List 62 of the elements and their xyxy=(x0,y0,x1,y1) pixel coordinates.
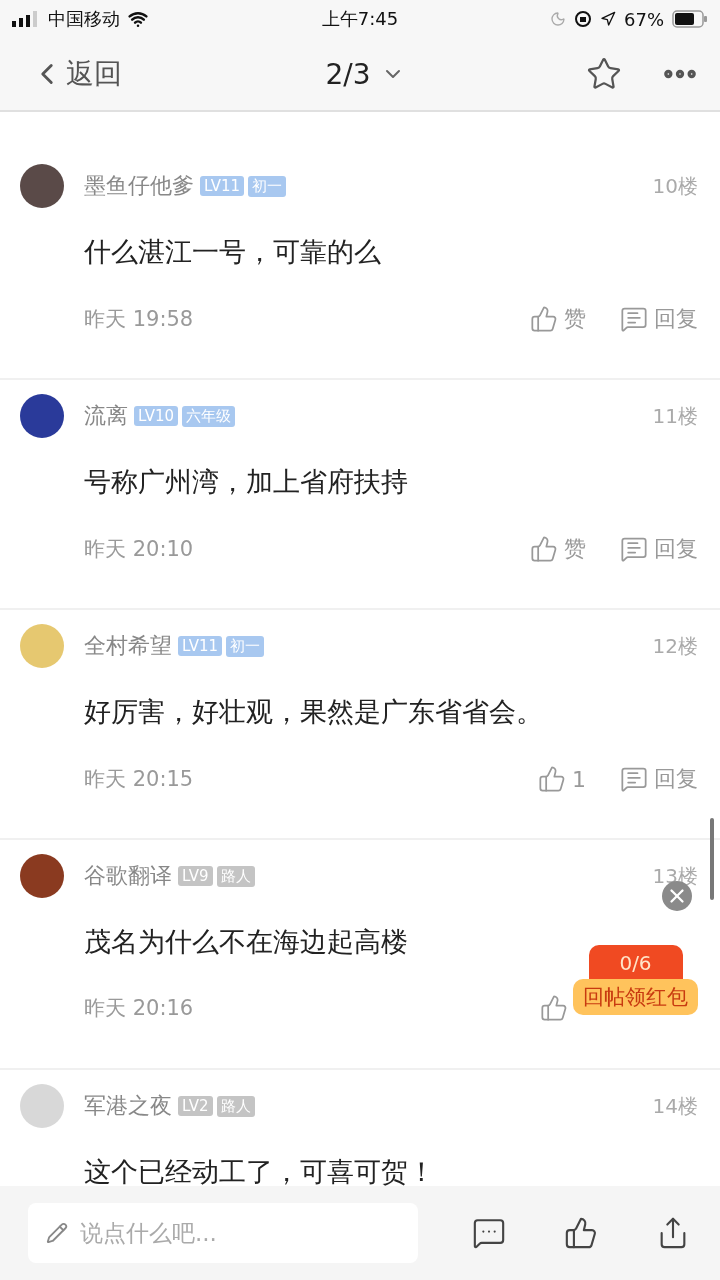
comment-text: 好厉害，好壮观，果然是广东省省会。 xyxy=(84,695,544,729)
like-icon[interactable] xyxy=(564,1216,598,1250)
moon-icon xyxy=(550,11,566,27)
comment-time: 昨天 20:16 xyxy=(84,995,195,1022)
rank-badge: 初一 xyxy=(248,175,287,197)
comment-time: 昨天 20:15 xyxy=(84,766,195,793)
reply-button[interactable]: 回复 xyxy=(620,304,698,334)
author-name[interactable]: 墨鱼仔他爹 xyxy=(84,171,194,201)
back-button[interactable]: 返回 xyxy=(30,55,320,93)
battery-percent: 67% xyxy=(624,8,664,30)
avatar xyxy=(20,1084,64,1128)
like-button[interactable]: 赞 xyxy=(530,304,586,334)
author-name[interactable]: 流离 xyxy=(84,401,128,431)
level-badge: LV11 xyxy=(178,636,223,656)
comment-text: 什么湛江一号，可靠的么 xyxy=(84,235,382,269)
thumbs-up-icon xyxy=(530,305,558,333)
comment-text: 这个已经动工了，可喜可贺！ xyxy=(84,1155,436,1189)
signal-icon xyxy=(12,11,40,27)
level-badge: LV2 xyxy=(178,1096,213,1116)
comment-field[interactable]: 说点什么吧... xyxy=(28,1203,418,1263)
floor-number: 12楼 xyxy=(652,632,698,660)
avatar xyxy=(20,164,64,208)
floor-number: 14楼 xyxy=(652,1092,698,1120)
comment-text: 茂名为什么不在海边起高楼 xyxy=(84,925,409,959)
thumbs-up-icon xyxy=(538,765,566,793)
level-badge: LV10 xyxy=(134,406,179,426)
comment-text: 号称广州湾，加上省府扶持 xyxy=(84,465,409,499)
avatar xyxy=(20,624,64,668)
like-button[interactable]: 1 xyxy=(538,765,586,793)
comments-icon[interactable] xyxy=(472,1216,506,1250)
location-arrow-icon xyxy=(600,11,616,27)
pencil-icon xyxy=(46,1222,68,1244)
rank-badge: 路人 xyxy=(216,1095,255,1117)
speech-bubble-icon xyxy=(620,305,648,333)
floor-number: 11楼 xyxy=(652,402,698,430)
level-badge: LV9 xyxy=(178,866,213,886)
author-name[interactable]: 全村希望 xyxy=(84,631,172,661)
speech-bubble-icon xyxy=(620,765,648,793)
reward-button[interactable]: 回帖领红包 xyxy=(573,979,698,1015)
speech-bubble-icon xyxy=(620,535,648,563)
comment-time: 昨天 20:10 xyxy=(84,536,195,563)
author-name[interactable]: 军港之夜 xyxy=(84,1091,172,1121)
avatar xyxy=(20,854,64,898)
comment-time: 昨天 19:58 xyxy=(84,306,195,333)
rank-badge: 路人 xyxy=(216,865,255,887)
rank-badge: 初一 xyxy=(226,635,265,657)
author-name[interactable]: 谷歌翻译 xyxy=(84,861,172,891)
page-selector[interactable]: 2/3 xyxy=(319,56,411,92)
battery-icon xyxy=(672,10,708,28)
clock: 上午7:45 xyxy=(321,7,399,31)
carrier-name: 中国移动 xyxy=(48,7,120,31)
star-icon[interactable] xyxy=(586,56,622,92)
wifi-icon xyxy=(128,9,148,29)
like-button[interactable]: 赞 xyxy=(530,534,586,564)
reply-button[interactable]: 回复 xyxy=(620,764,698,794)
thumbs-up-icon xyxy=(530,535,558,563)
level-badge: LV11 xyxy=(200,176,245,196)
avatar xyxy=(20,394,64,438)
floor-number: 10楼 xyxy=(652,172,698,200)
rotation-lock-icon xyxy=(574,10,592,28)
rank-badge: 六年级 xyxy=(182,405,236,427)
reply-button[interactable]: 回复 xyxy=(620,534,698,564)
